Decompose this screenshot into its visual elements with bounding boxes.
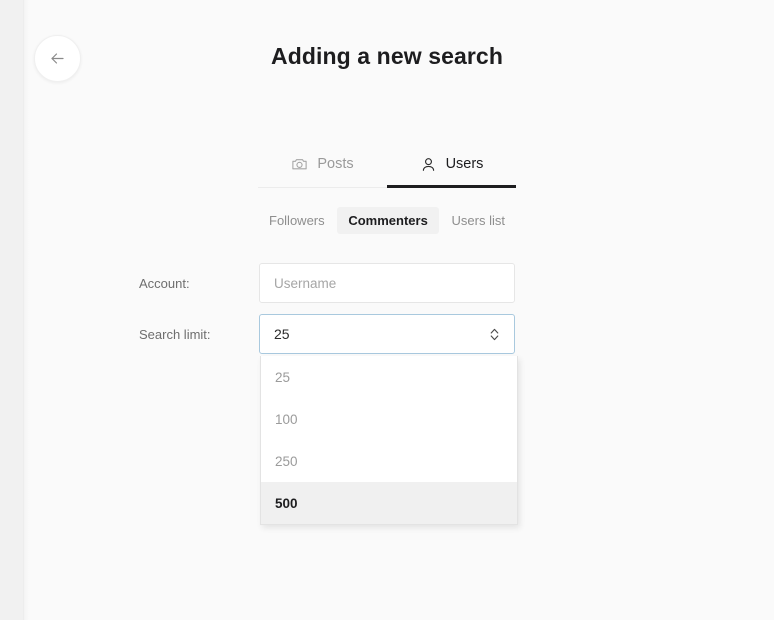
tab-posts-label: Posts (317, 156, 354, 172)
page-title: Adding a new search (271, 43, 503, 69)
search-limit-dropdown: 25 100 250 500 (260, 356, 518, 525)
subtab-commenters[interactable]: Commenters (337, 207, 439, 234)
subtab-users-list[interactable]: Users list (441, 207, 516, 234)
account-label: Account: (139, 276, 190, 291)
left-rail-shadow (24, 0, 29, 620)
dropdown-option[interactable]: 500 (261, 482, 517, 524)
dropdown-option[interactable]: 100 (261, 398, 517, 440)
search-limit-label: Search limit: (139, 327, 211, 342)
tab-posts[interactable]: Posts (258, 143, 387, 187)
dropdown-option[interactable]: 250 (261, 440, 517, 482)
subtab-followers[interactable]: Followers (258, 207, 336, 234)
person-icon (420, 156, 437, 173)
chevron-up-down-icon[interactable] (488, 327, 501, 342)
tab-users-label: Users (445, 156, 484, 172)
tab-bar: Posts Users (258, 143, 516, 188)
page-root: Adding a new search Posts Users Follower… (0, 0, 774, 620)
dropdown-option[interactable]: 25 (261, 356, 517, 398)
left-rail (0, 0, 24, 620)
search-limit-value: 25 (274, 326, 290, 342)
subtab-bar: Followers Commenters Users list (258, 207, 516, 234)
tab-users[interactable]: Users (387, 143, 516, 188)
camera-icon (291, 156, 308, 173)
account-input[interactable] (259, 263, 515, 303)
search-limit-select[interactable]: 25 (259, 314, 515, 354)
